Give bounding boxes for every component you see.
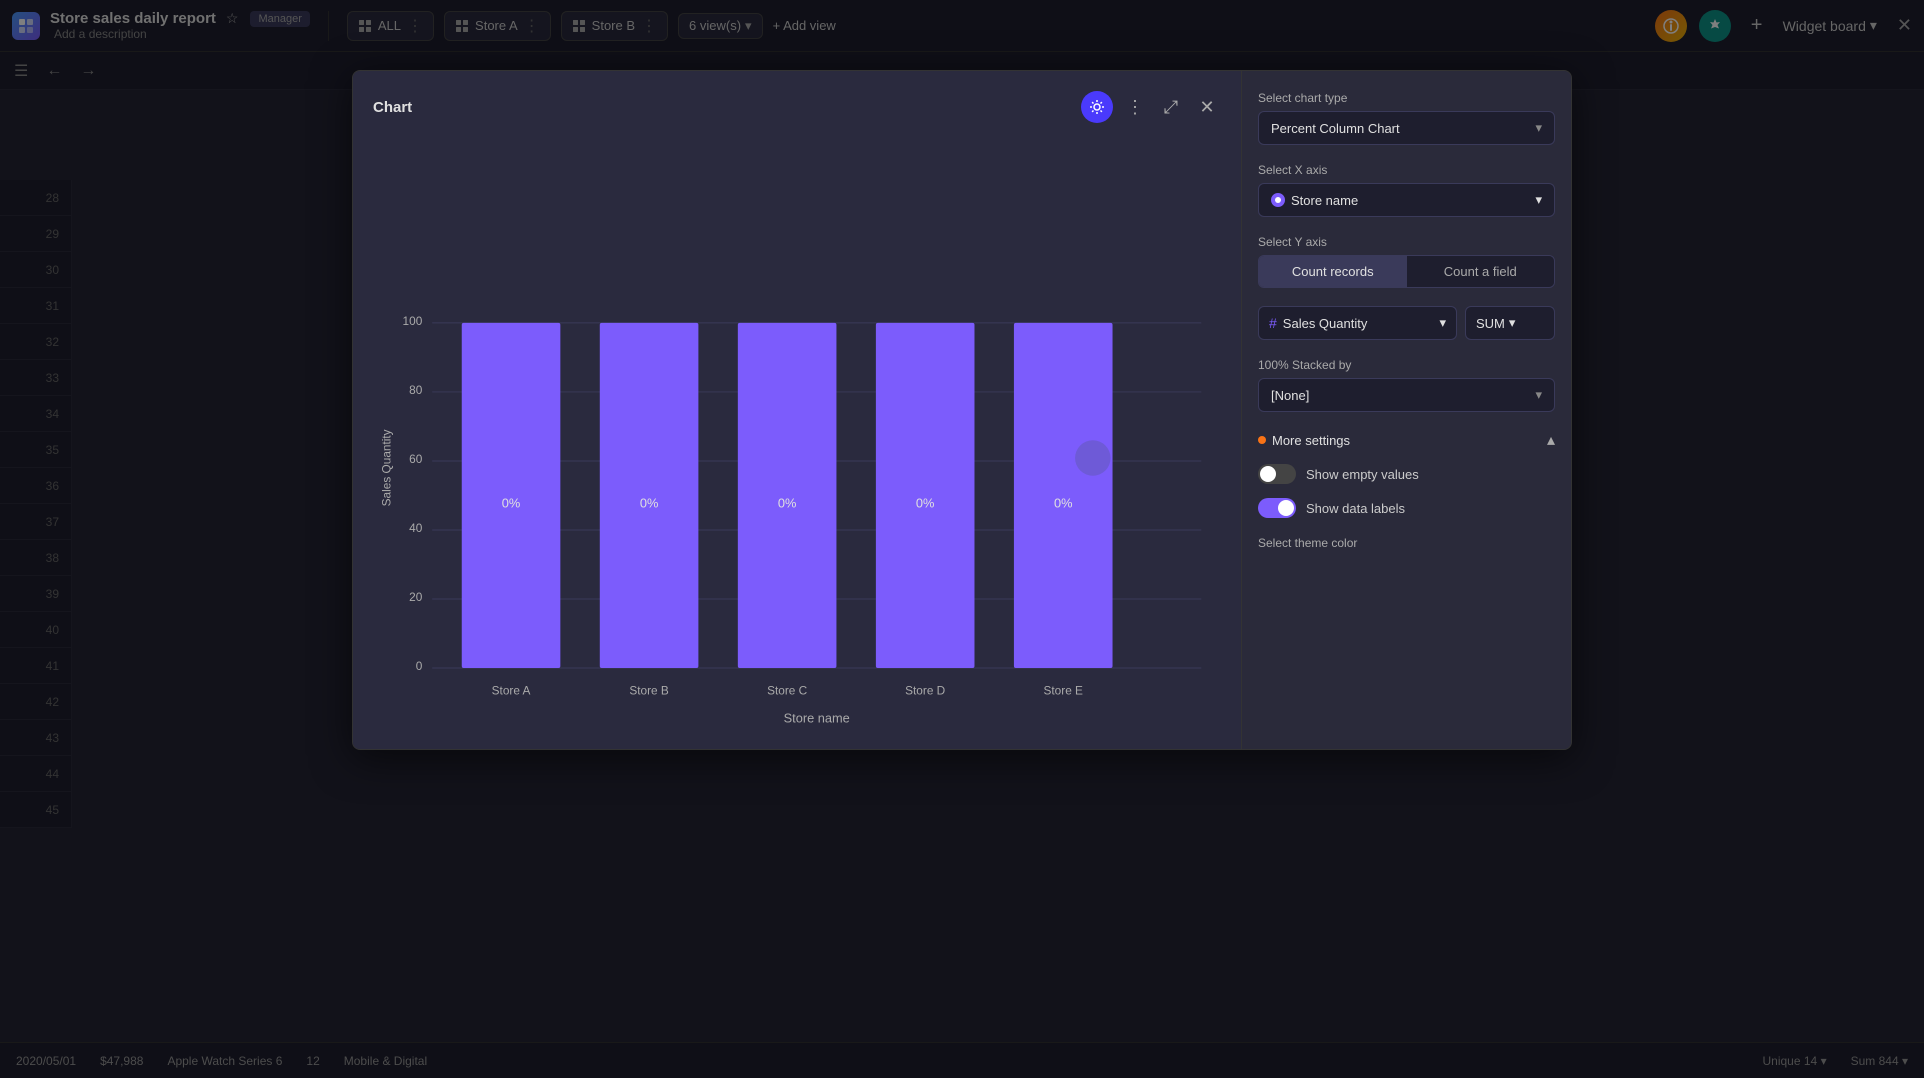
- settings-panel: Select chart type Percent Column Chart ▾…: [1241, 71, 1571, 749]
- svg-text:Store E: Store E: [1044, 684, 1084, 698]
- chart-expand-btn[interactable]: ⤢: [1157, 93, 1185, 121]
- svg-text:0%: 0%: [502, 495, 521, 510]
- chart-svg: Sales Quantity 0 20 40 60 80 100 0%: [373, 139, 1221, 750]
- chart-settings-btn[interactable]: [1081, 91, 1113, 123]
- show-empty-knob: [1260, 466, 1276, 482]
- x-axis-radio: [1271, 193, 1285, 207]
- show-labels-label: Show data labels: [1306, 501, 1405, 516]
- y-axis-label: Select Y axis: [1258, 235, 1555, 249]
- y-axis-buttons: Count records Count a field: [1258, 255, 1555, 288]
- svg-text:60: 60: [409, 452, 423, 466]
- theme-color-section: Select theme color: [1258, 536, 1555, 556]
- more-settings-section: More settings ▴ Show empty values: [1258, 430, 1555, 518]
- stacked-label: 100% Stacked by: [1258, 358, 1555, 372]
- svg-text:Store name: Store name: [784, 710, 850, 725]
- more-settings-label: More settings: [1272, 433, 1350, 448]
- svg-text:0: 0: [416, 659, 423, 673]
- svg-text:40: 40: [409, 521, 423, 535]
- chart-type-chevron: ▾: [1535, 120, 1542, 136]
- chart-more-btn[interactable]: ⋮: [1121, 93, 1149, 121]
- show-labels-toggle[interactable]: [1258, 498, 1296, 518]
- chart-type-select[interactable]: Percent Column Chart ▾: [1258, 111, 1555, 145]
- svg-text:Store D: Store D: [905, 684, 945, 698]
- chart-panel: Chart ⋮ ⤢ ✕ Sales Quantity 0 20 40 6: [353, 71, 1241, 749]
- more-settings-header[interactable]: More settings ▴: [1258, 430, 1555, 450]
- svg-text:Store C: Store C: [767, 684, 808, 698]
- svg-text:Store A: Store A: [492, 684, 531, 698]
- chart-type-section: Select chart type Percent Column Chart ▾: [1258, 91, 1555, 145]
- modal-actions: ⋮ ⤢ ✕: [1081, 91, 1221, 123]
- field-name: Sales Quantity: [1283, 316, 1368, 331]
- stacked-chevron: ▾: [1535, 387, 1542, 403]
- svg-text:80: 80: [409, 383, 423, 397]
- field-select[interactable]: # Sales Quantity ▾: [1258, 306, 1457, 340]
- field-chevron: ▾: [1439, 315, 1446, 331]
- x-axis-value: Store name: [1291, 193, 1358, 208]
- show-labels-knob: [1278, 500, 1294, 516]
- stacked-section: 100% Stacked by [None] ▾: [1258, 358, 1555, 412]
- orange-dot: [1258, 436, 1266, 444]
- show-labels-row: Show data labels: [1258, 498, 1555, 518]
- collapse-icon: ▴: [1547, 430, 1555, 450]
- svg-text:20: 20: [409, 590, 423, 604]
- modal-overlay: Chart ⋮ ⤢ ✕ Sales Quantity 0 20 40 6: [0, 0, 1924, 1078]
- svg-text:0%: 0%: [778, 495, 797, 510]
- chart-modal: Chart ⋮ ⤢ ✕ Sales Quantity 0 20 40 6: [352, 70, 1572, 750]
- hash-icon: #: [1269, 315, 1277, 331]
- show-empty-row: Show empty values: [1258, 464, 1555, 484]
- stacked-select[interactable]: [None] ▾: [1258, 378, 1555, 412]
- chart-type-value: Percent Column Chart: [1271, 121, 1400, 136]
- show-empty-toggle[interactable]: [1258, 464, 1296, 484]
- chart-close-btn[interactable]: ✕: [1193, 93, 1221, 121]
- count-records-btn[interactable]: Count records: [1259, 256, 1407, 287]
- modal-title: Chart: [373, 99, 412, 116]
- sum-chevron: ▾: [1509, 315, 1516, 331]
- field-row: # Sales Quantity ▾ SUM ▾: [1258, 306, 1555, 340]
- theme-color-label: Select theme color: [1258, 536, 1555, 550]
- x-axis-select[interactable]: Store name ▾: [1258, 183, 1555, 217]
- y-axis-section: Select Y axis Count records Count a fiel…: [1258, 235, 1555, 288]
- x-axis-label: Select X axis: [1258, 163, 1555, 177]
- aggregation-value: SUM: [1476, 316, 1505, 331]
- stacked-value: [None]: [1271, 388, 1309, 403]
- svg-text:Store B: Store B: [629, 684, 669, 698]
- count-field-btn[interactable]: Count a field: [1407, 256, 1555, 287]
- sum-select[interactable]: SUM ▾: [1465, 306, 1555, 340]
- x-axis-section: Select X axis Store name ▾: [1258, 163, 1555, 217]
- svg-text:0%: 0%: [1054, 495, 1073, 510]
- modal-title-bar: Chart ⋮ ⤢ ✕: [373, 91, 1221, 123]
- svg-text:0%: 0%: [916, 495, 935, 510]
- svg-text:0%: 0%: [640, 495, 659, 510]
- svg-text:100: 100: [403, 314, 423, 328]
- y-axis-label: Sales Quantity: [380, 429, 394, 506]
- chart-type-label: Select chart type: [1258, 91, 1555, 105]
- show-empty-label: Show empty values: [1306, 467, 1419, 482]
- x-axis-chevron: ▾: [1535, 192, 1542, 208]
